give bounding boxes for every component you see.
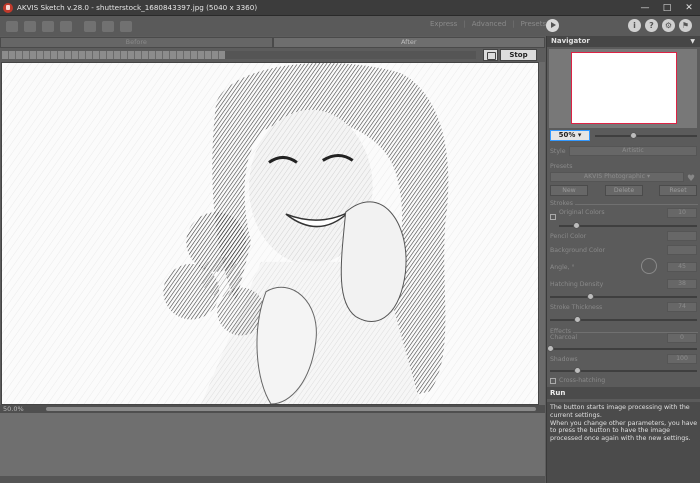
snapshot-camera-icon[interactable] <box>483 49 498 61</box>
stop-button[interactable]: Stop <box>500 49 537 61</box>
bottom-strip <box>0 476 545 483</box>
image-canvas[interactable] <box>1 62 539 405</box>
stroke-thickness-value[interactable]: 74 <box>667 302 697 312</box>
settings-gear-icon[interactable]: ⚙ <box>662 19 675 32</box>
zoom-select[interactable]: 50% ▾ <box>550 130 590 141</box>
collapse-arrow-icon[interactable]: ▼ <box>690 36 695 47</box>
cross-hatching-label: Cross-hatching <box>559 377 606 384</box>
navigator-thumbnail[interactable] <box>571 52 677 124</box>
shadows-label: Shadows <box>550 356 578 363</box>
navigator-header: Navigator ▼ <box>547 36 700 47</box>
workspace-bottom <box>0 413 545 483</box>
hatching-density-label: Hatching Density <box>550 281 604 288</box>
horizontal-scrollbar[interactable] <box>46 407 536 411</box>
background-color-label: Background Color <box>550 247 606 254</box>
hatching-density-knob[interactable] <box>587 293 594 300</box>
help-paragraph: When you change other parameters, you ha… <box>550 419 698 443</box>
help-paragraph: The button starts image processing with … <box>550 404 690 419</box>
original-colors-knob[interactable] <box>573 222 580 229</box>
stroke-thickness-slider[interactable] <box>550 319 697 321</box>
info-icon[interactable]: i <box>628 19 641 32</box>
preset-new-button[interactable]: New <box>550 185 588 196</box>
original-colors-label: Original Colors <box>559 209 605 216</box>
open-icon[interactable] <box>6 20 18 32</box>
progress-fill <box>2 51 225 59</box>
preset-reset-button[interactable]: Reset <box>659 185 697 196</box>
favorite-heart-icon[interactable]: ♥ <box>687 174 695 184</box>
charcoal-knob[interactable] <box>547 345 554 352</box>
minimize-button[interactable]: — <box>634 0 656 16</box>
share-icon[interactable] <box>84 20 96 32</box>
stroke-thickness-knob[interactable] <box>574 316 581 323</box>
help-icon[interactable]: ? <box>645 19 658 32</box>
preset-dropdown[interactable]: AKVIS Photographic ▾ <box>550 172 684 182</box>
batch-icon[interactable] <box>42 20 54 32</box>
processing-row: Stop <box>0 49 545 61</box>
angle-dial[interactable] <box>641 258 657 274</box>
shadows-value[interactable]: 100 <box>667 354 697 364</box>
tab-before[interactable]: Before <box>0 37 273 48</box>
original-colors-checkbox[interactable] <box>550 214 556 220</box>
canvas-icon[interactable] <box>102 20 114 32</box>
vertical-scrollbar[interactable] <box>539 62 545 405</box>
status-bar: 50.0% <box>0 405 545 413</box>
charcoal-label: Charcoal <box>550 334 578 341</box>
hatching-density-slider[interactable] <box>550 296 697 298</box>
angle-label: Angle, ° <box>550 264 575 271</box>
preset-delete-button[interactable]: Delete <box>605 185 643 196</box>
mode-advanced[interactable]: Advanced <box>472 20 507 28</box>
progress-bar <box>2 51 476 59</box>
save-icon[interactable] <box>24 20 36 32</box>
shadows-slider[interactable] <box>550 370 697 372</box>
mode-presets[interactable]: Presets <box>521 20 546 28</box>
hints-icon[interactable]: ⚑ <box>679 19 692 32</box>
mode-switcher: Express | Advanced | Presets <box>430 20 547 28</box>
mode-express[interactable]: Express <box>430 20 457 28</box>
charcoal-value[interactable]: 0 <box>667 333 697 343</box>
hatching-density-value[interactable]: 38 <box>667 279 697 289</box>
zoom-readout: 50.0% <box>3 405 24 413</box>
window-title: AKVIS Sketch v.28.0 - shutterstock_16808… <box>17 3 258 12</box>
maximize-button[interactable]: □ <box>656 0 678 16</box>
title-bar: AKVIS Sketch v.28.0 - shutterstock_16808… <box>0 0 700 16</box>
presets-label: Presets <box>550 163 573 170</box>
sketch-image <box>2 63 538 404</box>
timeline-icon[interactable] <box>120 20 132 32</box>
pencil-color-swatch[interactable] <box>667 231 697 241</box>
app-logo-icon <box>3 2 13 13</box>
cross-hatching-checkbox[interactable] <box>550 378 556 384</box>
zoom-slider-knob[interactable] <box>630 132 637 139</box>
pencil-color-label: Pencil Color <box>550 233 587 240</box>
angle-value[interactable]: 45 <box>667 262 697 272</box>
help-text: The button starts image processing with … <box>547 402 700 483</box>
background-color-swatch[interactable] <box>667 245 697 255</box>
style-selector[interactable]: Artistic <box>569 146 697 156</box>
close-button[interactable]: ✕ <box>678 0 700 16</box>
print-icon[interactable] <box>60 20 72 32</box>
view-tabs: Before After <box>0 37 545 48</box>
shadows-knob[interactable] <box>574 367 581 374</box>
settings-panel: Navigator ▼ 50% ▾ Style Artistic Presets… <box>546 36 700 483</box>
stroke-thickness-label: Stroke Thickness <box>550 304 603 311</box>
zoom-slider[interactable] <box>595 135 697 137</box>
charcoal-slider[interactable] <box>550 348 697 350</box>
run-play-icon[interactable] <box>546 19 559 32</box>
original-colors-value[interactable]: 10 <box>667 208 697 218</box>
tab-after[interactable]: After <box>272 37 545 48</box>
main-toolbar: Express | Advanced | Presets i ? ⚙ ⚑ <box>0 16 700 36</box>
zoom-row: 50% ▾ <box>547 130 700 142</box>
navigator-title: Navigator <box>551 37 590 45</box>
navigator-preview[interactable] <box>549 49 697 128</box>
style-label: Style <box>550 148 566 155</box>
help-title: Run <box>547 387 700 399</box>
